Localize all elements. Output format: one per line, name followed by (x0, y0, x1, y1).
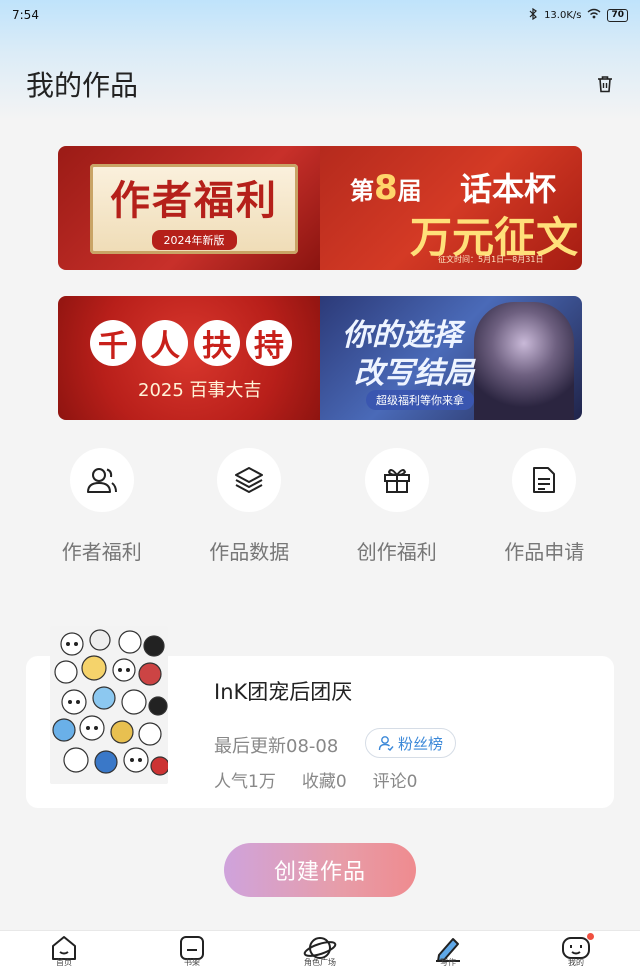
fans-ranking-label: 粉丝榜 (398, 734, 444, 753)
banner-char: 持 (246, 320, 292, 366)
banner-author-welfare[interactable]: 作者福利 2024年新版 第8届 话本杯 万元征文 征文时间：5月1日—8月31… (58, 146, 582, 270)
document-icon (533, 467, 556, 493)
tab-label: 角色广场 (304, 958, 336, 967)
contest-period: 征文时间：5月1日—8月31日 (438, 255, 544, 264)
fans-ranking-button[interactable]: 粉丝榜 (365, 728, 457, 758)
cover-artwork (50, 626, 168, 784)
header: 我的作品 (0, 62, 640, 106)
battery-indicator: 70 (607, 8, 628, 22)
users-icon (86, 468, 117, 493)
layers-icon (235, 467, 264, 493)
tab-profile[interactable]: 我的 (526, 931, 626, 974)
tab-label: 书架 (184, 958, 200, 967)
stat-favorites: 收藏0 (301, 772, 347, 792)
tab-bookshelf[interactable]: 书架 (142, 931, 242, 974)
work-cover-image[interactable] (50, 626, 168, 784)
scroll-panel: 作者福利 2024年新版 (90, 164, 298, 254)
page-title: 我的作品 (26, 69, 139, 102)
bottom-tab-bar: 首页 书架 角色广场 写作 我的 (0, 930, 640, 974)
feature-author-welfare[interactable]: 作者福利 (28, 448, 176, 568)
tab-label: 首页 (56, 958, 72, 967)
contest-edition: 第8届 (350, 168, 422, 208)
stat-popularity: 人气1万 (214, 772, 276, 792)
notification-dot (587, 933, 594, 940)
banner-choice-right: 你的选择 改写结局 超级福利等你来拿 (320, 296, 582, 420)
banner-char: 千 (90, 320, 136, 366)
banner-subtitle: 2025 百事大吉 (138, 380, 262, 401)
banner-char: 扶 (194, 320, 240, 366)
choice-tag: 超级福利等你来拿 (366, 390, 474, 410)
tab-home[interactable]: 首页 (14, 931, 114, 974)
tab-label: 写作 (440, 958, 456, 967)
status-bar: 7:54 13.0K/s 70 (0, 0, 640, 30)
network-speed: 13.0K/s (544, 9, 582, 21)
work-stats: 人气1万 收藏0 评论0 (214, 767, 417, 792)
feature-shortcuts: 作者福利 作品数据 创作福利 作品申请 (28, 448, 618, 568)
create-work-button[interactable]: 创建作品 (224, 843, 416, 897)
feature-label: 作品数据 (209, 540, 290, 564)
choice-line2: 改写结局 (354, 356, 474, 391)
work-title[interactable]: InK团宠后团厌 (214, 676, 352, 706)
tab-label: 我的 (568, 958, 584, 967)
stat-comments: 评论0 (372, 772, 418, 792)
banner-support[interactable]: 千 人 扶 持 2025 百事大吉 你的选择 改写结局 超级福利等你来拿 (58, 296, 582, 420)
feature-label: 作者福利 (61, 540, 142, 564)
feature-work-data[interactable]: 作品数据 (176, 448, 324, 568)
character-illustration (474, 302, 574, 420)
feature-creation-welfare[interactable]: 创作福利 (323, 448, 471, 568)
feature-label: 创作福利 (356, 540, 437, 564)
gift-icon (383, 469, 410, 493)
banner-tag: 2024年新版 (151, 230, 237, 250)
banner-title: 作者福利 (110, 177, 278, 224)
bluetooth-icon (528, 7, 538, 23)
wifi-icon (587, 8, 601, 22)
status-time: 7:54 (12, 8, 39, 22)
tab-writing[interactable]: 写作 (398, 931, 498, 974)
trash-icon (598, 76, 612, 93)
banner-char: 人 (142, 320, 188, 366)
person-icon (378, 736, 394, 751)
banner-support-left: 千 人 扶 持 2025 百事大吉 (58, 296, 320, 420)
feature-work-application[interactable]: 作品申请 (471, 448, 619, 568)
banner-author-welfare-left: 作者福利 2024年新版 (58, 146, 320, 270)
tab-character-square[interactable]: 角色广场 (270, 931, 370, 974)
feature-label: 作品申请 (504, 540, 585, 564)
work-last-updated: 最后更新08-08 (214, 736, 339, 757)
status-icons: 13.0K/s 70 (528, 7, 628, 23)
banner-chars: 千 人 扶 持 (90, 320, 292, 366)
banner-contest-right: 第8届 话本杯 万元征文 征文时间：5月1日—8月31日 (320, 146, 582, 270)
trash-button[interactable] (594, 73, 616, 95)
